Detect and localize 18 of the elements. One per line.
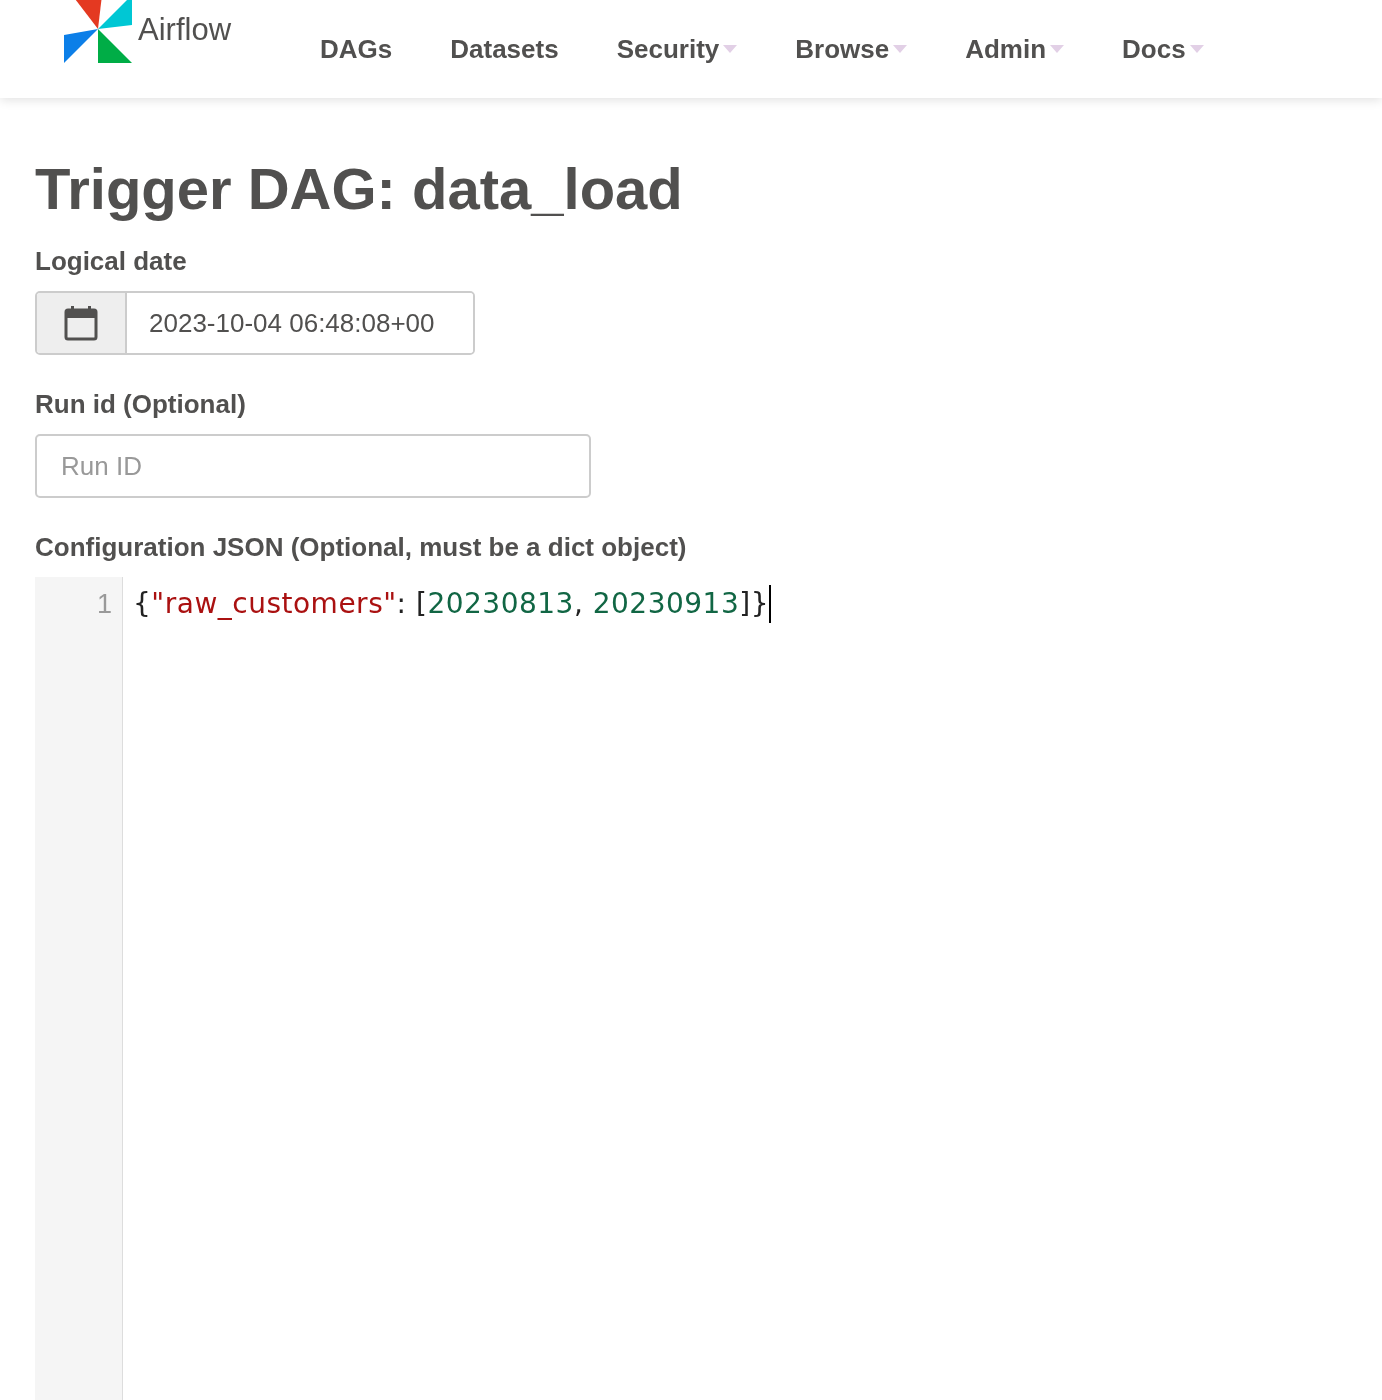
line-number: 1 [95, 588, 112, 621]
nav-menu-item[interactable]: Browse [795, 33, 908, 65]
code-editor[interactable]: 1 {"raw_customers": [20230813, 20230913]} [35, 577, 1347, 1400]
nav-menu-item[interactable]: DAGs [320, 33, 393, 65]
field-label: Logical date [35, 246, 188, 277]
calendar-icon [64, 305, 98, 341]
field-label: Configuration JSON (Optional, must be a dict object) [35, 532, 688, 563]
brand-name[interactable]: Airflow [138, 12, 231, 48]
nav-menu-item[interactable]: Admin [965, 33, 1065, 65]
code-line: {"raw_customers": [20230813, 20230913]} [133, 585, 771, 623]
field-label: Run id (Optional) [35, 389, 247, 420]
nav-menu-item[interactable]: Datasets [450, 33, 559, 65]
pinwheel-logo-icon [62, 0, 134, 65]
run-id-field[interactable]: Run ID [35, 434, 591, 498]
date-field[interactable]: 2023-10-04 06:48:08+00 [35, 291, 475, 355]
page-title: Trigger DAG: data_load [35, 155, 684, 223]
nav-menu-item[interactable]: Security [616, 33, 738, 65]
nav-menu-item[interactable]: Docs [1122, 33, 1204, 65]
